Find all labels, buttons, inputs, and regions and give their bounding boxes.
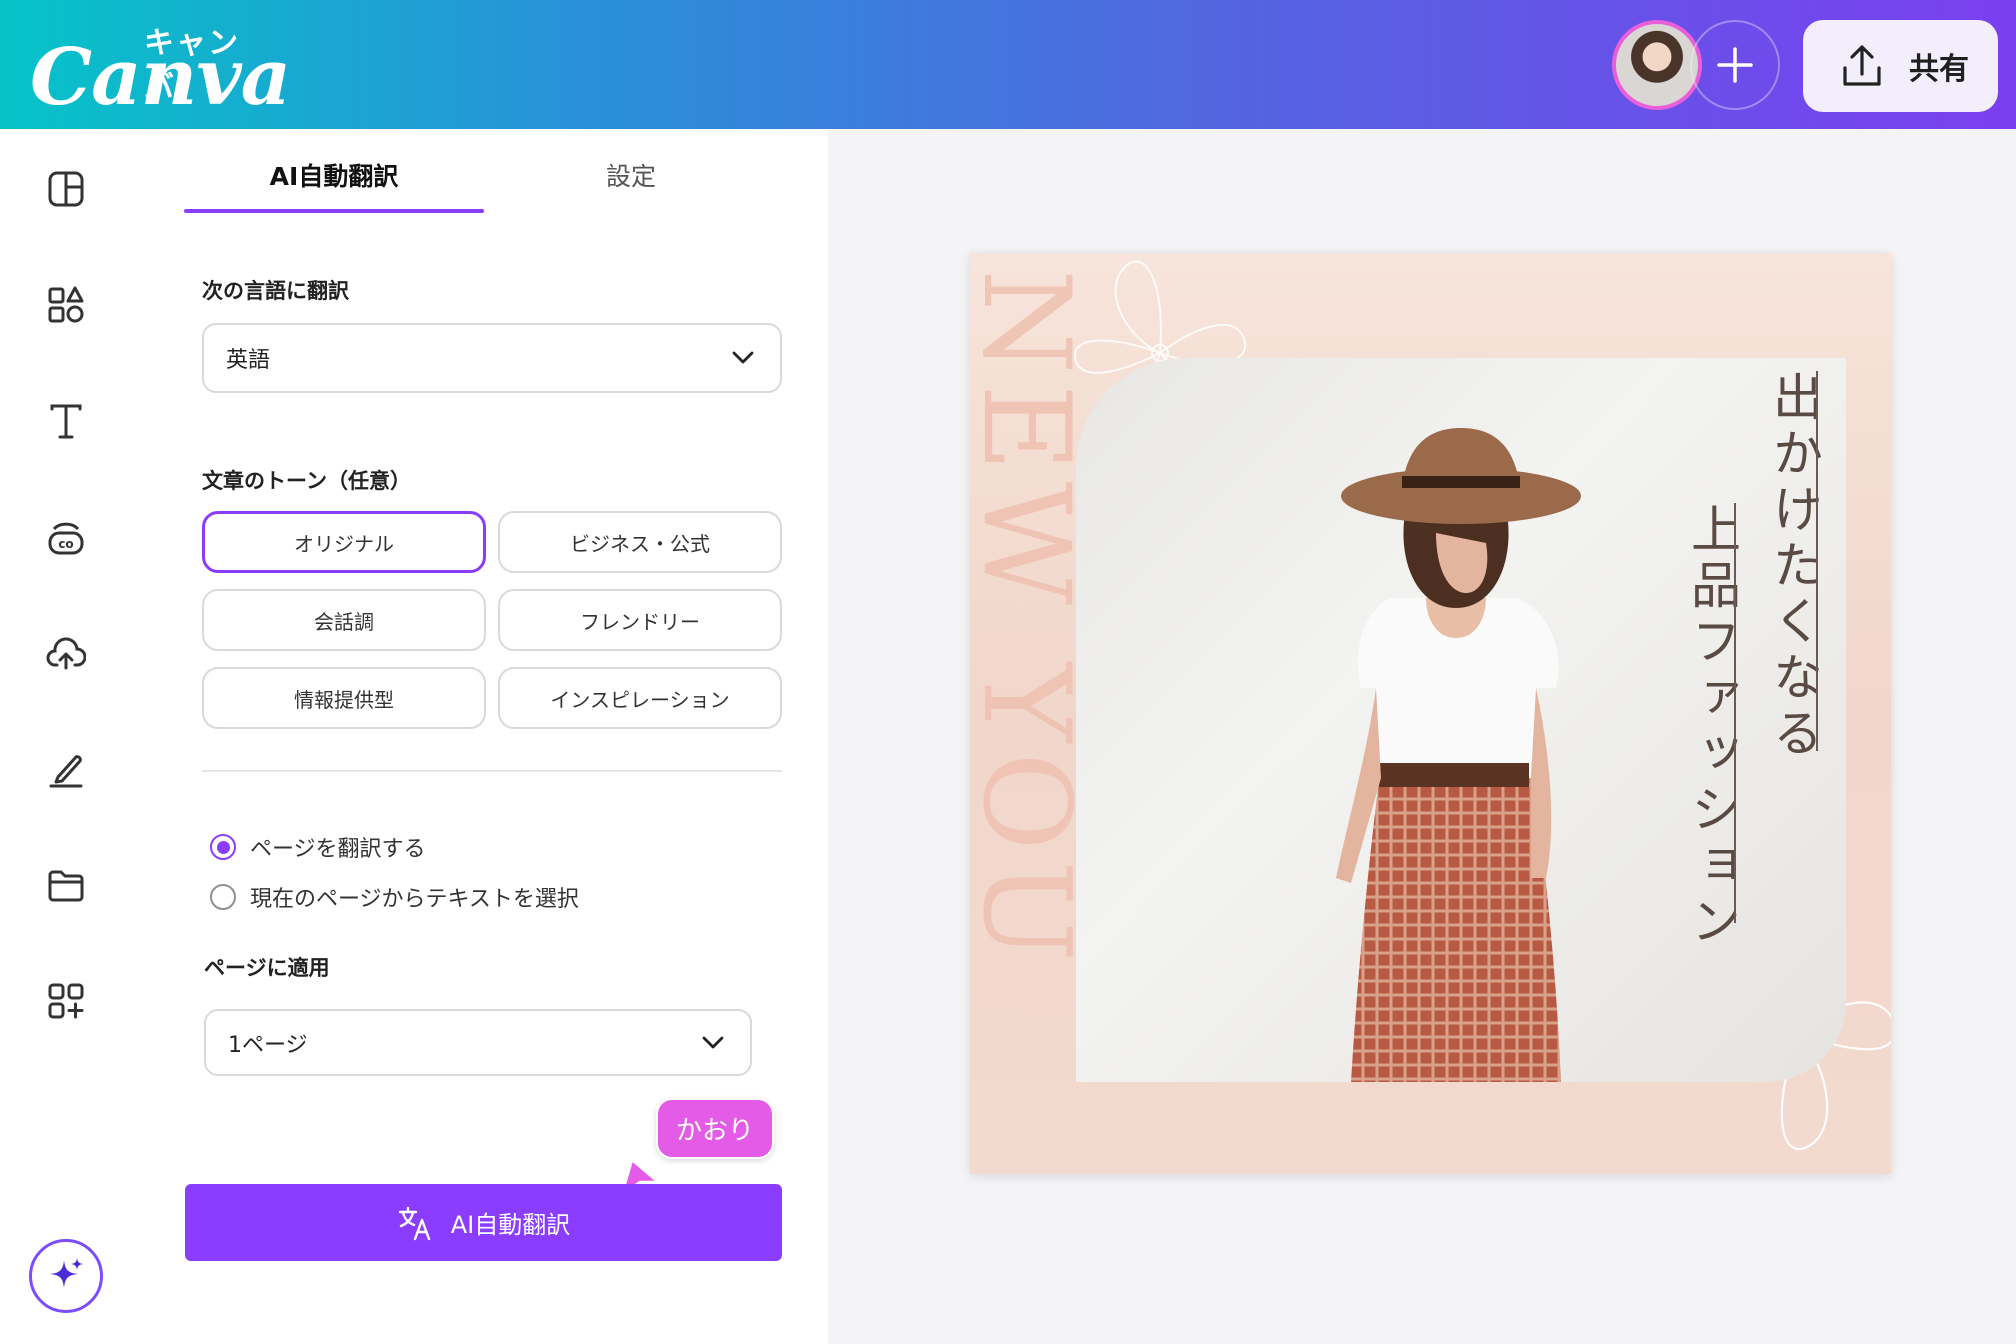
page-value: 1ページ [228,1032,308,1058]
folder-icon[interactable] [44,863,88,907]
brand-icon[interactable]: co [44,515,88,559]
text-icon[interactable] [44,399,88,443]
upload-icon [1843,45,1881,86]
accent-line [1734,503,1736,923]
share-button[interactable]: 共有 [1803,20,1998,112]
radio-translate-page[interactable]: ページを翻訳する [210,831,426,863]
translate-panel: AI自動翻訳 設定 次の言語に翻訳 英語 文章のトーン（任意） オリジナル ビジ… [132,129,828,1344]
magic-sparkle-button[interactable] [29,1239,103,1313]
divider [202,770,782,772]
draw-icon[interactable] [44,747,88,791]
design-page[interactable]: NEW YOU 出かけたくなる 上品ファッション [970,253,1891,1174]
canva-logo[interactable]: キャンバ Canva [26,18,291,123]
apps-icon[interactable] [44,979,88,1023]
translate-icon [398,1206,430,1240]
tone-original-button[interactable]: オリジナル [202,511,486,573]
radio-label: ページを翻訳する [250,837,426,862]
ai-translate-button[interactable]: AI自動翻訳 [185,1184,782,1261]
tone-friendly-button[interactable]: フレンドリー [498,589,782,651]
tone-business-button[interactable]: ビジネス・公式 [498,511,782,573]
plus-icon [1717,47,1753,83]
ai-translate-button-label: AI自動翻訳 [450,1211,571,1239]
radio-button[interactable] [210,834,236,860]
side-rail: co [0,129,132,1344]
collaborator-cursor-label: かおり [656,1098,775,1159]
radio-select-text[interactable]: 現在のページからテキストを選択 [210,881,579,913]
page-select[interactable]: 1ページ [204,1009,752,1076]
radio-button[interactable] [210,884,236,910]
svg-text:co: co [58,537,73,551]
tab-settings[interactable]: 設定 [481,157,781,193]
tone-casual-button[interactable]: 会話調 [202,589,486,651]
chevron-down-icon [702,1036,724,1048]
design-icon[interactable] [44,167,88,211]
design-headline-2[interactable]: 上品ファッション [1676,503,1748,951]
add-collaborator-button[interactable] [1690,20,1780,110]
translate-to-label: 次の言語に翻訳 [202,279,349,303]
sparkle-icon [50,1258,83,1288]
apply-to-label: ページに適用 [204,956,330,980]
radio-label: 現在のページからテキストを選択 [250,887,579,912]
cloud-upload-icon[interactable] [44,631,88,675]
active-tab-indicator [184,209,484,213]
elements-icon[interactable] [44,283,88,327]
tone-inspiration-button[interactable]: インスピレーション [498,667,782,729]
vertical-english-title[interactable]: NEW YOU [970,269,1095,1174]
top-bar: キャンバ Canva 共有 [0,0,2016,129]
logo-wordmark: Canva [30,32,291,123]
avatar[interactable] [1612,20,1702,110]
tone-informative-button[interactable]: 情報提供型 [202,667,486,729]
accent-line [1816,371,1818,751]
language-value: 英語 [226,348,271,373]
tone-label: 文章のトーン（任意） [202,469,411,493]
share-label: 共有 [1909,52,1969,87]
tab-ai-translate[interactable]: AI自動翻訳 [184,157,484,193]
chevron-down-icon [732,351,754,364]
language-select[interactable]: 英語 [202,323,782,393]
design-headline-1[interactable]: 出かけたくなる [1758,371,1830,763]
